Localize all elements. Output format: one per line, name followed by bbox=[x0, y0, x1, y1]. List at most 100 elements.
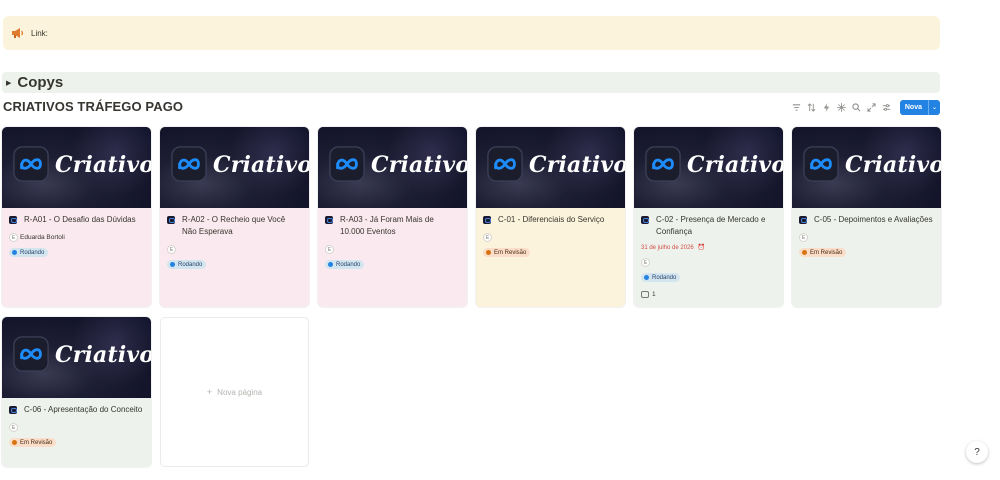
card-cover: Criativo bbox=[318, 127, 467, 208]
card-cover: Criativo bbox=[634, 127, 783, 208]
status-dot-icon bbox=[12, 250, 17, 255]
cover-text: Criativo bbox=[845, 152, 941, 178]
settings-sliders-icon[interactable] bbox=[879, 100, 894, 115]
new-button-label: Nova bbox=[904, 104, 922, 111]
status-badge: Rodando bbox=[167, 260, 207, 269]
card-title[interactable]: R-A02 - O Recheio que Você Não Esperava bbox=[182, 214, 302, 238]
avatar: E bbox=[325, 245, 334, 254]
status-dot-icon bbox=[644, 275, 649, 280]
page-icon bbox=[325, 216, 333, 224]
automation-icon[interactable] bbox=[819, 100, 834, 115]
status-badge: Rodando bbox=[325, 260, 365, 269]
expand-icon[interactable] bbox=[864, 100, 879, 115]
card-title[interactable]: C-01 - Diferenciais do Serviço bbox=[498, 214, 604, 226]
database-toolbar: Nova ⌄ bbox=[789, 100, 940, 115]
page-icon bbox=[9, 216, 17, 224]
page-icon bbox=[483, 216, 491, 224]
page-icon bbox=[9, 406, 17, 414]
person-row: E bbox=[799, 233, 934, 242]
card-date: 31 de julho de 2026 bbox=[641, 244, 694, 251]
avatar: E bbox=[167, 245, 176, 254]
avatar-initial: E bbox=[643, 259, 648, 266]
copys-toggle[interactable]: ▶ Copys bbox=[2, 72, 940, 93]
status-badge: Rodando bbox=[641, 273, 681, 282]
comment-row[interactable]: 1 bbox=[641, 291, 776, 298]
person-row: E bbox=[641, 258, 776, 267]
card-cover: Criativo bbox=[476, 127, 625, 208]
status-dot-icon bbox=[802, 250, 807, 255]
avatar-initial: E bbox=[327, 246, 332, 253]
callout-text: Link: bbox=[31, 28, 48, 38]
gallery-card[interactable]: Criativo R-A02 - O Recheio que Você Não E… bbox=[160, 127, 309, 307]
card-cover: Criativo bbox=[2, 127, 151, 208]
alarm-icon: ⏰ bbox=[697, 245, 706, 251]
status-label: Rodando bbox=[652, 274, 677, 281]
person-row: E Eduarda Bortoli bbox=[9, 233, 144, 242]
status-badge: Rodando bbox=[9, 248, 49, 257]
cover-text: Criativo bbox=[213, 152, 309, 178]
database-title[interactable]: CRIATIVOS TRÁFEGO PAGO bbox=[3, 99, 183, 114]
avatar: E bbox=[9, 423, 18, 432]
cover-text: Criativo bbox=[529, 152, 625, 178]
meta-logo-icon bbox=[171, 146, 207, 182]
new-button[interactable]: Nova ⌄ bbox=[899, 100, 940, 115]
sort-icon[interactable] bbox=[804, 100, 819, 115]
comment-icon bbox=[641, 291, 649, 298]
avatar-initial: E bbox=[11, 424, 16, 431]
avatar-initial: E bbox=[11, 234, 16, 241]
avatar-initial: E bbox=[801, 234, 806, 241]
help-button[interactable]: ? bbox=[966, 441, 988, 463]
status-label: Rodando bbox=[178, 261, 203, 268]
gallery-card[interactable]: Criativo C-05 - Depoimentos e Avaliações E… bbox=[792, 127, 941, 307]
avatar: E bbox=[799, 233, 808, 242]
avatar-initial: E bbox=[169, 246, 174, 253]
meta-logo-icon bbox=[803, 146, 839, 182]
link-callout: Link: bbox=[3, 16, 940, 50]
avatar-initial: E bbox=[485, 234, 490, 241]
card-title[interactable]: C-06 - Apresentação do Conceito bbox=[24, 404, 142, 416]
new-page-tile[interactable]: + Nova página bbox=[160, 317, 309, 467]
status-label: Rodando bbox=[336, 261, 361, 268]
new-page-label: Nova página bbox=[217, 387, 263, 397]
cover-text: Criativo bbox=[687, 152, 783, 178]
status-dot-icon bbox=[328, 262, 333, 267]
card-title[interactable]: C-02 - Presença de Mercado e Confiança bbox=[656, 214, 776, 238]
gallery-card[interactable]: Criativo C-01 - Diferenciais do Serviço E E… bbox=[476, 127, 625, 307]
gallery-card[interactable]: Criativo C-02 - Presença de Mercado e Con… bbox=[634, 127, 783, 307]
gallery-card[interactable]: Criativo R-A01 - O Desafio das Dúvidas E Ed… bbox=[2, 127, 151, 307]
toggle-arrow-icon[interactable]: ▶ bbox=[6, 79, 11, 87]
page-icon bbox=[641, 216, 649, 224]
card-cover: Criativo bbox=[160, 127, 309, 208]
avatar: E bbox=[483, 233, 492, 242]
person-row: E bbox=[9, 423, 144, 432]
status-label: Em Revisão bbox=[810, 249, 843, 256]
meta-logo-icon bbox=[645, 146, 681, 182]
ai-sparkle-icon[interactable] bbox=[834, 100, 849, 115]
meta-logo-icon bbox=[487, 146, 523, 182]
status-badge: Em Revisão bbox=[483, 248, 531, 257]
status-dot-icon bbox=[12, 440, 17, 445]
person-name: Eduarda Bortoli bbox=[20, 234, 65, 241]
toggle-title: Copys bbox=[17, 74, 64, 91]
help-icon: ? bbox=[974, 446, 980, 458]
card-cover: Criativo bbox=[2, 317, 151, 398]
chevron-down-icon[interactable]: ⌄ bbox=[928, 100, 940, 115]
gallery-card[interactable]: Criativo R-A03 - Já Foram Mais de 10.000 … bbox=[318, 127, 467, 307]
page-icon bbox=[167, 216, 175, 224]
card-title[interactable]: R-A01 - O Desafio das Dúvidas bbox=[24, 214, 136, 226]
gallery-card[interactable]: Criativo C-06 - Apresentação do Conceito E… bbox=[2, 317, 151, 467]
avatar: E bbox=[9, 233, 18, 242]
status-label: Rodando bbox=[20, 249, 45, 256]
status-dot-icon bbox=[486, 250, 491, 255]
search-icon[interactable] bbox=[849, 100, 864, 115]
comment-count: 1 bbox=[652, 291, 656, 298]
status-label: Em Revisão bbox=[494, 249, 527, 256]
status-badge: Em Revisão bbox=[799, 248, 847, 257]
meta-logo-icon bbox=[13, 336, 49, 372]
card-title[interactable]: C-05 - Depoimentos e Avaliações bbox=[814, 214, 933, 226]
card-title[interactable]: R-A03 - Já Foram Mais de 10.000 Eventos bbox=[340, 214, 460, 238]
filter-icon[interactable] bbox=[789, 100, 804, 115]
avatar: E bbox=[641, 258, 650, 267]
cover-text: Criativo bbox=[55, 342, 151, 368]
status-label: Em Revisão bbox=[20, 439, 53, 446]
